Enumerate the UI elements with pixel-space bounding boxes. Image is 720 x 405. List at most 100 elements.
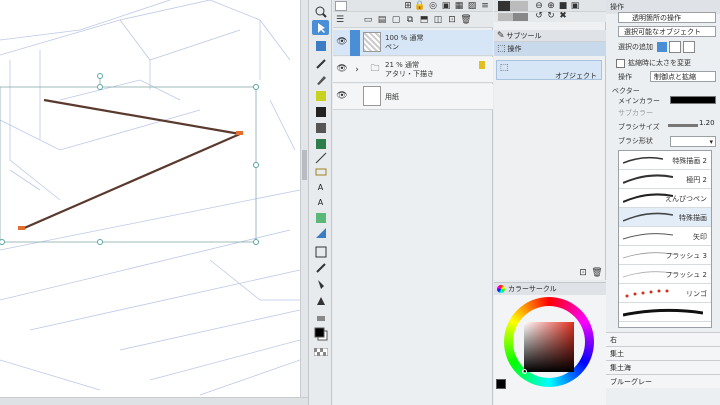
down-icon[interactable]: ⬒ [419,14,429,26]
brush-item[interactable]: 極円 2 [619,170,711,189]
new-folder-icon[interactable]: ▢ [391,14,401,26]
eye-icon[interactable]: 👁 [336,37,347,47]
actual-size-icon[interactable]: ▣ [570,0,580,12]
brush-shape-list[interactable]: 特殊描画 2 極円 2 えんぴつペン 特殊描画 矢印 フラッシュ 3 フラッシュ… [618,150,712,328]
scale-thickness-row[interactable]: 拡縮時に太さを変更 [606,56,720,70]
eyedropper-icon[interactable] [312,56,329,71]
brush-item[interactable]: リンゴ [619,284,711,303]
brush-tool-icon[interactable] [312,88,329,103]
balloon-tool-icon[interactable]: A [312,195,329,210]
layer-row[interactable]: 👁 用紙 [333,84,493,110]
eraser-icon[interactable] [312,310,329,325]
selection-sub-icon[interactable] [683,41,695,53]
brush-shape-dropdown[interactable]: ▾ [670,136,716,147]
gradient-tool-icon[interactable] [312,120,329,135]
new-layer-icon[interactable]: ▭ [363,14,373,26]
brush-size-value: 1.20 [699,119,715,127]
selectable-object-dropdown[interactable]: 選択可能なオブジェクト [618,26,716,37]
brush-size-slider[interactable] [668,124,698,127]
subtool-group-tab[interactable]: ⬚ 操作 [494,42,606,56]
layer-dropdown[interactable] [335,1,347,11]
brush-item[interactable]: えんぴつペン [619,189,711,208]
new-vector-layer-icon[interactable]: ▤ [377,14,387,26]
brush-item[interactable]: 矢印 [619,227,711,246]
hide-icon[interactable]: ▨ [467,0,477,12]
selection-add-icon[interactable] [669,41,681,53]
scale-checkbox[interactable] [616,58,625,68]
rotate-slider[interactable] [498,13,528,21]
category-row[interactable]: ブルーグレー [606,374,720,388]
current-color-swatch[interactable] [496,379,506,389]
transparent-color-swatch[interactable] [312,344,329,359]
correction-tool-icon[interactable] [312,210,329,225]
operation-value: 制御点と拡縮 [654,72,696,81]
canvas-horizontal-scrollbar[interactable] [0,397,308,405]
blend-tool-icon[interactable] [312,260,329,275]
brush-item[interactable]: 特殊描画 2 [619,151,711,170]
selection-mode-icon[interactable] [657,42,667,52]
subtool-settings-icon[interactable]: ⊡ [578,268,588,278]
operation-tool-icon[interactable] [312,20,329,35]
category-row[interactable]: 右 [606,332,720,346]
folder-expand-icon[interactable]: › [353,65,361,75]
line-tool-icon[interactable] [312,150,329,165]
draft-icon[interactable]: ▣ [441,0,451,12]
saturation-value-square[interactable] [524,322,574,372]
airbrush-icon[interactable] [312,276,329,291]
brush-item[interactable]: フラッシュ 2 [619,265,711,284]
mask-add-icon[interactable]: ◫ [433,14,443,26]
zoom-slider[interactable] [498,1,528,11]
brush-item[interactable] [619,303,711,322]
ruler-tool-icon[interactable] [312,225,329,240]
rotate-right-icon[interactable]: ↻ [546,11,556,21]
frame-tool-icon[interactable] [312,164,329,179]
brush-item-label: フラッシュ 2 [665,271,707,279]
category-label: 集土海 [610,363,631,372]
reset-rotate-icon[interactable]: ✖ [558,11,568,21]
clip-icon[interactable]: ⊡ [447,14,457,26]
pen-tool-icon[interactable] [312,72,329,87]
rotate-left-icon[interactable]: ↺ [534,11,544,21]
move-tool-icon[interactable] [312,38,329,53]
main-color-bar[interactable] [670,96,716,104]
text-tool-icon[interactable]: A [312,180,329,195]
lightbulb-icon [479,61,485,69]
category-label: ブルーグレー [610,377,652,386]
main-color-swatch[interactable] [312,326,329,341]
canvas-vertical-scrollbar[interactable] [300,0,308,400]
layer-blend-label: 21 % 通常 [385,61,420,69]
zoom-tool-icon[interactable] [312,4,329,19]
figure-tool-icon[interactable] [312,136,329,151]
category-row[interactable]: 集土海 [606,360,720,374]
layer-stack-icon[interactable]: ☰ [335,14,345,26]
transparent-op-dropdown[interactable]: 透明箇所の操作 [618,12,716,23]
reference-icon[interactable]: ◎ [428,0,438,12]
subtool-title: サブツール [506,31,542,40]
subtool-item-object[interactable]: ⬚ オブジェクト [496,60,602,80]
operation-dropdown[interactable]: 制御点と拡縮 [650,71,716,82]
menu-icon[interactable]: ≡ [480,0,490,12]
layer-settings-icon[interactable]: ⊞ [403,0,413,12]
lock-icon[interactable]: 🔒 [414,0,425,12]
brush-size-label: ブラシサイズ [618,123,660,131]
marker-icon[interactable] [312,244,329,259]
eye-icon[interactable]: 👁 [336,64,347,74]
drawing-canvas[interactable] [0,0,300,405]
subtool-icon: ✎ [497,30,505,41]
layer-panel: ⊞ 🔒 ◎ ▣ ▦ ▨ ≡ ☰ ▭ ▤ ▢ ⧉ ⬒ ◫ ⊡ 🗑 👁 100 % … [333,0,493,405]
fill-tool-icon[interactable] [312,104,329,119]
delete-layer-icon[interactable]: 🗑 [460,14,471,26]
color-picker-cursor[interactable] [522,369,527,374]
decoration-icon[interactable] [312,292,329,307]
layer-selected-marker [350,30,360,56]
subtool-delete-icon[interactable]: 🗑 [591,268,602,278]
eye-icon[interactable]: 👁 [336,91,347,101]
layer-row[interactable]: 👁 › 🗀 21 % 通常 アタリ・下描き [333,57,493,83]
brush-item[interactable]: フラッシュ 3 [619,246,711,265]
brush-item-selected[interactable]: 特殊描画 [619,208,711,227]
category-row[interactable]: 集土 [606,346,720,360]
mask-icon[interactable]: ▦ [454,0,464,12]
layer-row[interactable]: 👁 100 % 通常 ペン [333,30,493,56]
merge-icon[interactable]: ⧉ [405,14,415,26]
scroll-thumb[interactable] [302,150,307,180]
